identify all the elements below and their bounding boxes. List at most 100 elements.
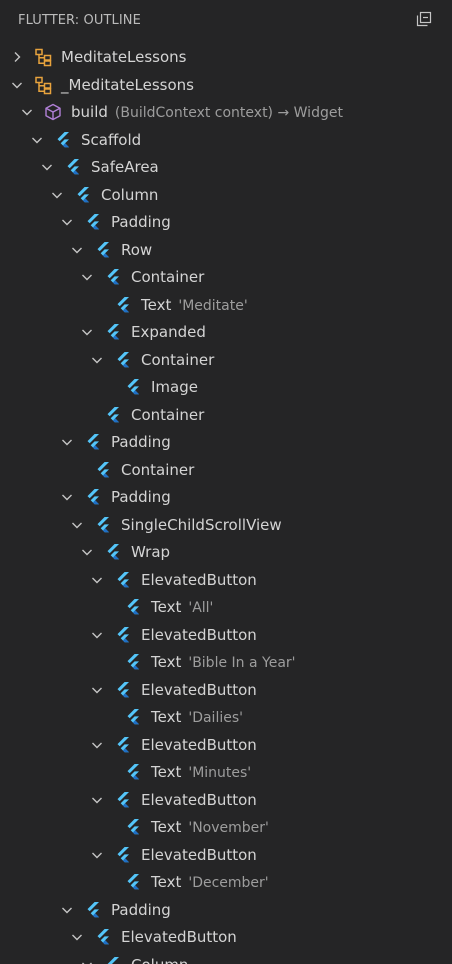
tree-item[interactable]: ElevatedButton <box>0 731 452 759</box>
tree-item-label: Expanded <box>131 323 206 341</box>
tree-item-label: ElevatedButton <box>121 928 237 946</box>
tree-item[interactable]: _MeditateLessons <box>0 71 452 99</box>
tree-item[interactable]: Container <box>0 456 452 484</box>
flutter-widget-icon <box>93 515 113 535</box>
tree-item-label: Container <box>121 460 195 479</box>
outline-tree: MeditateLessons _MeditateLessons build (B… <box>0 43 452 964</box>
tree-item-detail: 'Dailies' <box>188 710 243 726</box>
tree-item-label: Container <box>141 350 215 369</box>
tree-item[interactable]: ElevatedButton <box>0 923 452 951</box>
chevron-down-icon[interactable] <box>29 132 45 148</box>
chevron-down-icon[interactable] <box>69 242 85 258</box>
tree-item[interactable]: Padding <box>0 208 452 236</box>
tree-item[interactable]: Container <box>0 401 452 429</box>
collapse-all-button[interactable] <box>414 11 434 31</box>
flutter-widget-icon <box>53 130 73 150</box>
chevron-down-icon[interactable] <box>89 352 105 368</box>
tree-item-detail: 'Minutes' <box>188 765 252 781</box>
tree-item[interactable]: build (BuildContext context) → Widget <box>0 98 452 126</box>
tree-item[interactable]: ElevatedButton <box>0 566 452 594</box>
tree-item[interactable]: Wrap <box>0 538 452 566</box>
tree-item[interactable]: Text 'Dailies' <box>0 703 452 731</box>
chevron-down-icon[interactable] <box>59 489 75 505</box>
flutter-widget-icon <box>83 487 103 507</box>
chevron-down-icon[interactable] <box>89 572 105 588</box>
chevron-down-icon[interactable] <box>89 792 105 808</box>
tree-item-label: Padding <box>111 900 171 919</box>
tree-item[interactable]: Column <box>0 951 452 964</box>
tree-item[interactable]: Scaffold <box>0 126 452 154</box>
flutter-widget-icon <box>113 790 133 810</box>
tree-item-label: Text 'All' <box>151 598 214 616</box>
tree-item-label: Container <box>131 405 205 424</box>
tree-item[interactable]: Text 'December' <box>0 868 452 896</box>
chevron-right-icon[interactable] <box>9 49 25 65</box>
tree-item-label: ElevatedButton <box>141 570 257 589</box>
tree-item[interactable]: Text 'Meditate' <box>0 291 452 319</box>
chevron-down-icon[interactable] <box>69 517 85 533</box>
flutter-widget-icon <box>83 432 103 452</box>
panel-title: FLUTTER: OUTLINE <box>18 13 141 28</box>
tree-item[interactable]: Text 'Minutes' <box>0 758 452 786</box>
flutter-widget-icon <box>123 872 143 892</box>
flutter-widget-icon <box>83 212 103 232</box>
chevron-down-icon[interactable] <box>59 214 75 230</box>
flutter-widget-icon <box>113 680 133 700</box>
chevron-down-icon[interactable] <box>69 929 85 945</box>
tree-item[interactable]: ElevatedButton <box>0 676 452 704</box>
tree-item[interactable]: Column <box>0 181 452 209</box>
tree-item[interactable]: Text 'November' <box>0 813 452 841</box>
tree-item[interactable]: Container <box>0 263 452 291</box>
tree-item-label: Padding <box>111 433 171 451</box>
tree-item[interactable]: Padding <box>0 428 452 456</box>
tree-item[interactable]: ElevatedButton <box>0 621 452 649</box>
tree-item-detail: 'All' <box>188 600 214 616</box>
flutter-widget-icon <box>93 240 113 260</box>
flutter-widget-icon <box>93 927 113 947</box>
tree-item[interactable]: Padding <box>0 483 452 511</box>
tree-item[interactable]: ElevatedButton <box>0 786 452 814</box>
tree-item[interactable]: Text 'Bible In a Year' <box>0 648 452 676</box>
collapse-all-icon <box>416 11 432 31</box>
chevron-down-icon[interactable] <box>79 269 95 285</box>
chevron-down-icon[interactable] <box>89 737 105 753</box>
tree-item[interactable]: Image <box>0 373 452 401</box>
chevron-down-icon[interactable] <box>79 957 95 964</box>
flutter-widget-icon <box>93 460 113 480</box>
tree-item-label: ElevatedButton <box>141 790 257 809</box>
tree-item[interactable]: MeditateLessons <box>0 43 452 71</box>
tree-item-label: MeditateLessons <box>61 48 187 66</box>
tree-item-label: Padding <box>111 213 171 231</box>
tree-item[interactable]: Text 'All' <box>0 593 452 621</box>
chevron-down-icon[interactable] <box>19 104 35 120</box>
chevron-down-icon[interactable] <box>89 847 105 863</box>
chevron-down-icon[interactable] <box>79 324 95 340</box>
chevron-down-icon[interactable] <box>59 434 75 450</box>
chevron-down-icon[interactable] <box>49 187 65 203</box>
tree-item[interactable]: SafeArea <box>0 153 452 181</box>
tree-item[interactable]: SingleChildScrollView <box>0 511 452 539</box>
chevron-down-icon[interactable] <box>39 159 55 175</box>
chevron-down-icon[interactable] <box>59 902 75 918</box>
flutter-widget-icon <box>123 817 143 837</box>
flutter-widget-icon <box>73 185 93 205</box>
tree-item-label: Image <box>151 378 198 396</box>
flutter-widget-icon <box>113 625 133 645</box>
chevron-down-icon[interactable] <box>79 544 95 560</box>
flutter-widget-icon <box>113 735 133 755</box>
tree-item[interactable]: ElevatedButton <box>0 841 452 869</box>
flutter-widget-icon <box>123 597 143 617</box>
tree-item-detail: 'Bible In a Year' <box>188 655 296 671</box>
chevron-down-icon[interactable] <box>9 77 25 93</box>
chevron-down-icon[interactable] <box>89 682 105 698</box>
method-icon <box>43 102 63 122</box>
class-icon <box>33 75 53 95</box>
tree-item[interactable]: Row <box>0 236 452 264</box>
tree-item[interactable]: Padding <box>0 896 452 924</box>
chevron-down-icon[interactable] <box>89 627 105 643</box>
flutter-widget-icon <box>103 405 123 425</box>
tree-item[interactable]: Container <box>0 346 452 374</box>
tree-item[interactable]: Expanded <box>0 318 452 346</box>
tree-item-label: Row <box>121 240 153 259</box>
tree-item-label: ElevatedButton <box>141 625 257 644</box>
